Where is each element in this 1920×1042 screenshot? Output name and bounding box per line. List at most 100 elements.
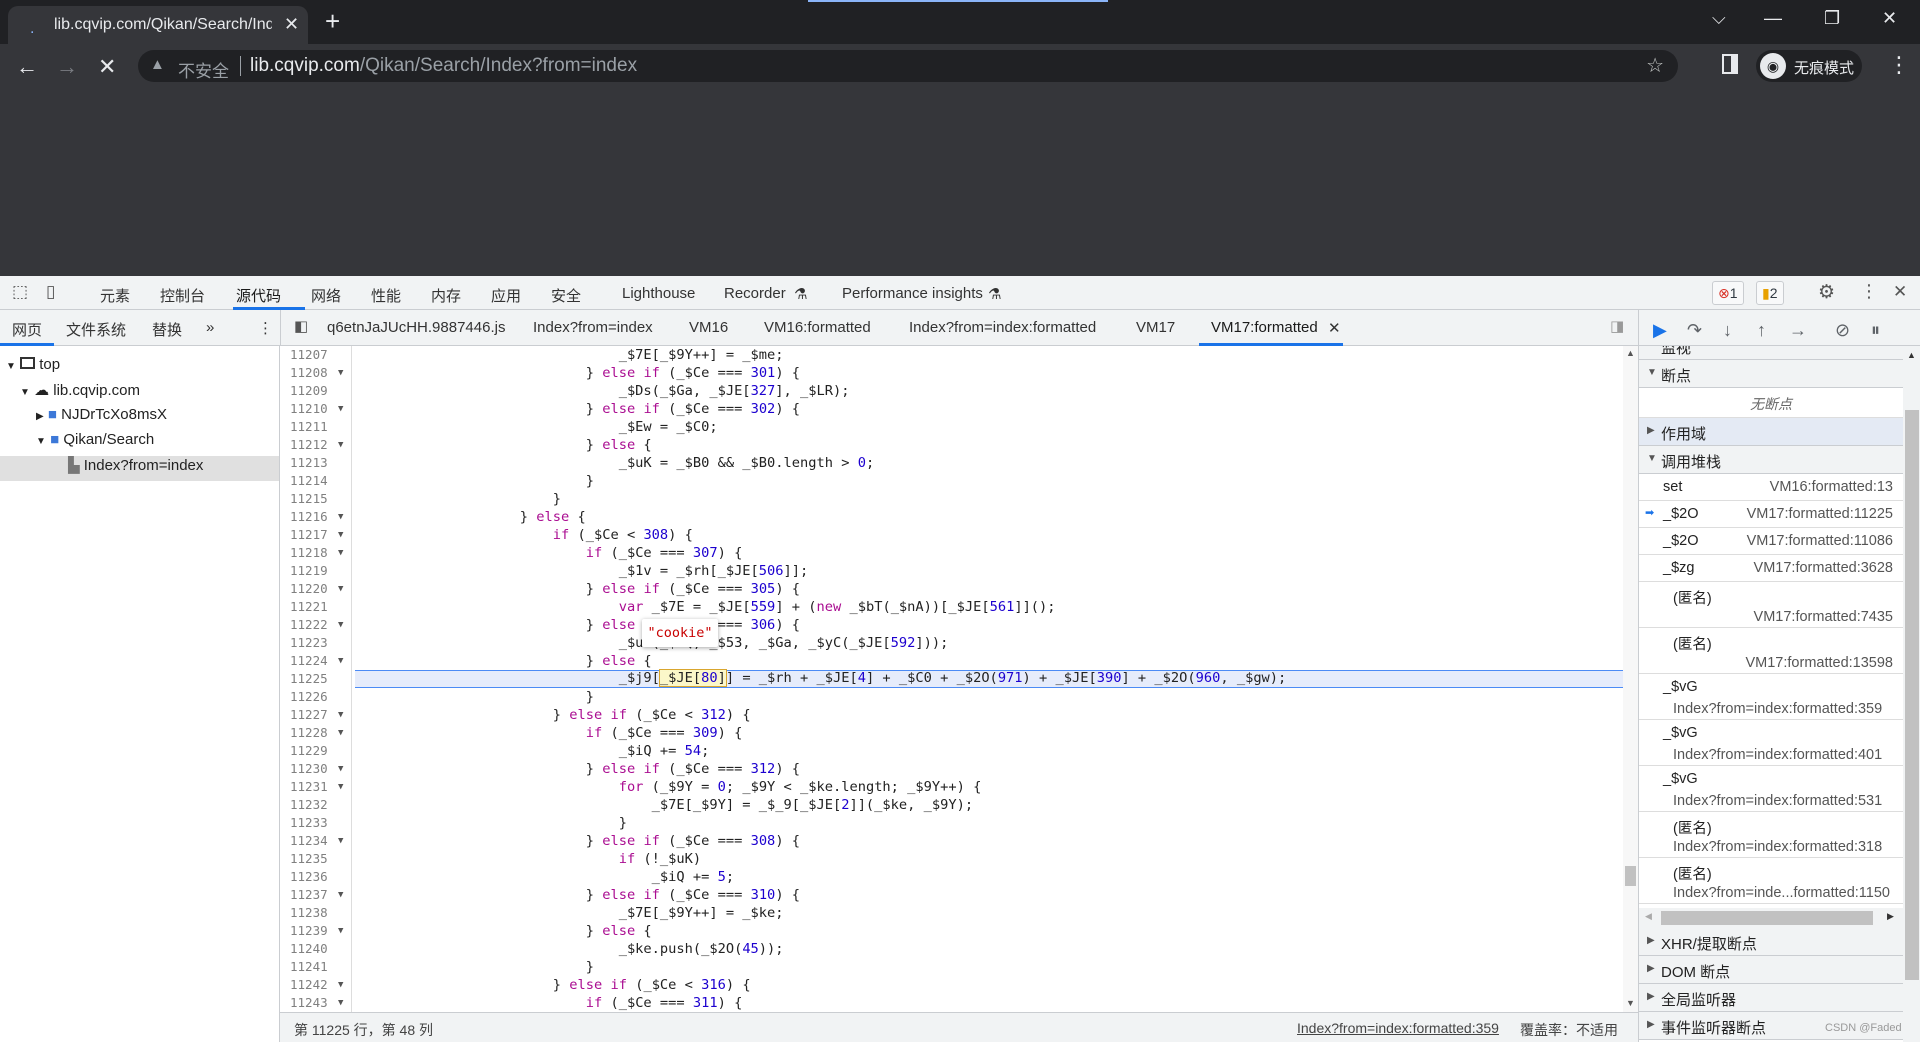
line-number[interactable]: 11233 (280, 814, 352, 832)
scrollbar-thumb[interactable] (1625, 866, 1636, 886)
call-stack-frame[interactable]: (匿名) Index?from=inde...formatted:1150 (1639, 858, 1903, 904)
toggle-debugger-icon[interactable]: ◨ (1610, 317, 1624, 335)
fold-arrow-icon[interactable]: ▼ (338, 706, 343, 724)
line-number[interactable]: 11232 (280, 796, 352, 814)
code-line[interactable]: } else { (355, 922, 1623, 940)
fold-arrow-icon[interactable]: ▼ (338, 994, 343, 1012)
section-global-listeners[interactable]: ▶ 全局监听器 (1639, 984, 1903, 1012)
line-number[interactable]: 11217 ▼ (280, 526, 352, 544)
code-line[interactable]: if (_$Ce === 309) { (355, 724, 1623, 742)
restore-button[interactable]: ❐ (1824, 8, 1840, 29)
code-line[interactable]: _$ke.push(_$2O(45)); (355, 940, 1623, 958)
step-over-icon[interactable]: ↷ (1687, 320, 1702, 341)
tree-item[interactable]: ▼ ☁ lib.cqvip.com (0, 381, 279, 406)
code-line[interactable]: _$1v = _$rh[_$JE[506]]; (355, 562, 1623, 580)
device-toolbar-icon[interactable]: ▯ (46, 282, 55, 302)
line-number[interactable]: 11218 ▼ (280, 544, 352, 562)
back-button[interactable]: ← (16, 54, 38, 80)
close-file-tab-icon[interactable]: ✕ (1328, 319, 1341, 337)
line-number[interactable]: 11216 ▼ (280, 508, 352, 526)
fold-arrow-icon[interactable]: ▼ (338, 778, 343, 796)
line-number[interactable]: 11221 (280, 598, 352, 616)
code-line[interactable]: _$Ds(_$Ga, _$JE[327], _$LR); (355, 382, 1623, 400)
tab-application[interactable]: 应用 (491, 285, 521, 306)
fold-arrow-icon[interactable]: ▼ (338, 724, 343, 742)
fold-arrow-icon[interactable]: ▼ (338, 544, 343, 562)
code-line[interactable]: } (355, 688, 1623, 706)
line-number[interactable]: 11219 (280, 562, 352, 580)
line-number[interactable]: 11231 ▼ (280, 778, 352, 796)
code-line[interactable]: _$7E[_$9Y++] = _$me; (355, 346, 1623, 364)
line-number[interactable]: 11242 ▼ (280, 976, 352, 994)
code-line[interactable]: } else if (_$Ce === 302) { (355, 400, 1623, 418)
code-line[interactable]: if (_$Ce < 308) { (355, 526, 1623, 544)
line-number[interactable]: 11229 (280, 742, 352, 760)
stop-button[interactable]: ✕ (98, 54, 116, 80)
call-stack-frame[interactable]: _$vG Index?from=index:formatted:531 (1639, 766, 1903, 812)
code-line[interactable]: } else if (_$Ce === 301) { (355, 364, 1623, 382)
fold-arrow-icon[interactable]: ▼ (338, 508, 343, 526)
close-tab-icon[interactable]: ✕ (284, 14, 299, 35)
tab-memory[interactable]: 内存 (431, 285, 461, 306)
section-watch[interactable]: 监视 (1639, 346, 1903, 360)
tab-lighthouse[interactable]: Lighthouse (622, 285, 695, 302)
fold-arrow-icon[interactable]: ▼ (338, 760, 343, 778)
menu-kebab-icon[interactable]: ⋮ (1888, 52, 1910, 78)
more-tabs-button[interactable]: » (206, 319, 214, 336)
scrollbar-thumb[interactable] (1661, 911, 1873, 925)
fold-arrow-icon[interactable]: ▼ (338, 976, 343, 994)
line-number[interactable]: 11211 (280, 418, 352, 436)
line-number[interactable]: 11227 ▼ (280, 706, 352, 724)
forward-button[interactable]: → (56, 54, 78, 80)
code-line[interactable]: } else if (_$Ce === 306) { (355, 616, 1623, 634)
fold-arrow-icon[interactable]: ▼ (338, 436, 343, 454)
tab-recorder[interactable]: Recorder (724, 285, 786, 302)
fold-arrow-icon[interactable]: ▼ (338, 922, 343, 940)
section-breakpoints[interactable]: ▼ 断点 (1639, 360, 1903, 388)
code-line[interactable]: } (355, 472, 1623, 490)
tab-search-icon[interactable]: ⌵ (1712, 8, 1726, 29)
warning-icon[interactable]: ▲ (150, 56, 165, 73)
horizontal-scrollbar[interactable]: ◀ ▶ (1639, 908, 1903, 928)
call-stack-frame[interactable]: _$zg VM17:formatted:3628 (1639, 555, 1903, 582)
browser-tab[interactable]: . lib.cqvip.com/Qikan/Search/Index?from=… (8, 6, 308, 44)
line-number[interactable]: 11238 (280, 904, 352, 922)
tab-security[interactable]: 安全 (551, 285, 581, 306)
tab-sources[interactable]: 源代码 (236, 285, 281, 306)
settings-gear-icon[interactable]: ⚙ (1818, 281, 1835, 304)
step-into-icon[interactable]: ↓ (1723, 320, 1732, 341)
code-line[interactable]: _$iQ += 54; (355, 742, 1623, 760)
code-line[interactable]: } else if (_$Ce === 308) { (355, 832, 1623, 850)
navigator-menu-icon[interactable]: ⋮ (258, 319, 273, 337)
code-line[interactable]: } (355, 814, 1623, 832)
nav-tab-overrides[interactable]: 替换 (152, 319, 182, 340)
fold-arrow-icon[interactable]: ▼ (338, 526, 343, 544)
fold-arrow-icon[interactable]: ▼ (338, 652, 343, 670)
section-xhr-breakpoints[interactable]: ▶ XHR/提取断点 (1639, 928, 1903, 956)
code-line[interactable]: for (_$9Y = 0; _$9Y < _$ke.length; _$9Y+… (355, 778, 1623, 796)
pause-on-exceptions-icon[interactable]: ⏸ (1871, 320, 1880, 341)
line-number[interactable]: 11210 ▼ (280, 400, 352, 418)
tab-performance-insights[interactable]: Performance insights (842, 285, 983, 302)
nav-tab-page[interactable]: 网页 (12, 319, 42, 340)
line-number[interactable]: 11235 (280, 850, 352, 868)
code-line[interactable]: } else { (355, 436, 1623, 454)
code-line[interactable]: _$iQ += 5; (355, 868, 1623, 886)
code-line[interactable]: } (355, 490, 1623, 508)
side-panel-icon[interactable] (1722, 54, 1738, 74)
code-line[interactable]: _$uK(_$iQ, _$53, _$Ga, _$yC(_$JE[592])); (355, 634, 1623, 652)
fold-arrow-icon[interactable]: ▼ (338, 886, 343, 904)
code-line[interactable]: } else if (_$Ce === 310) { (355, 886, 1623, 904)
warning-badge[interactable]: ▮2 (1756, 281, 1784, 305)
code-line[interactable]: var _$7E = _$JE[559] + (new _$bT(_$nA))[… (355, 598, 1623, 616)
close-devtools-icon[interactable]: ✕ (1893, 282, 1907, 302)
call-stack-frame[interactable]: _$2O VM17:formatted:11086 (1639, 528, 1903, 555)
section-dom-breakpoints[interactable]: ▶ DOM 断点 (1639, 956, 1903, 984)
deactivate-breakpoints-icon[interactable]: ⊘ (1835, 320, 1850, 341)
sidebar-scrollbar[interactable]: ▲ (1903, 346, 1920, 1042)
tab-console[interactable]: 控制台 (160, 285, 205, 306)
line-number[interactable]: 11208 ▼ (280, 364, 352, 382)
code-line[interactable]: if (!_$uK) (355, 850, 1623, 868)
line-number[interactable]: 11228 ▼ (280, 724, 352, 742)
tree-item[interactable]: ▼ top (0, 356, 279, 381)
